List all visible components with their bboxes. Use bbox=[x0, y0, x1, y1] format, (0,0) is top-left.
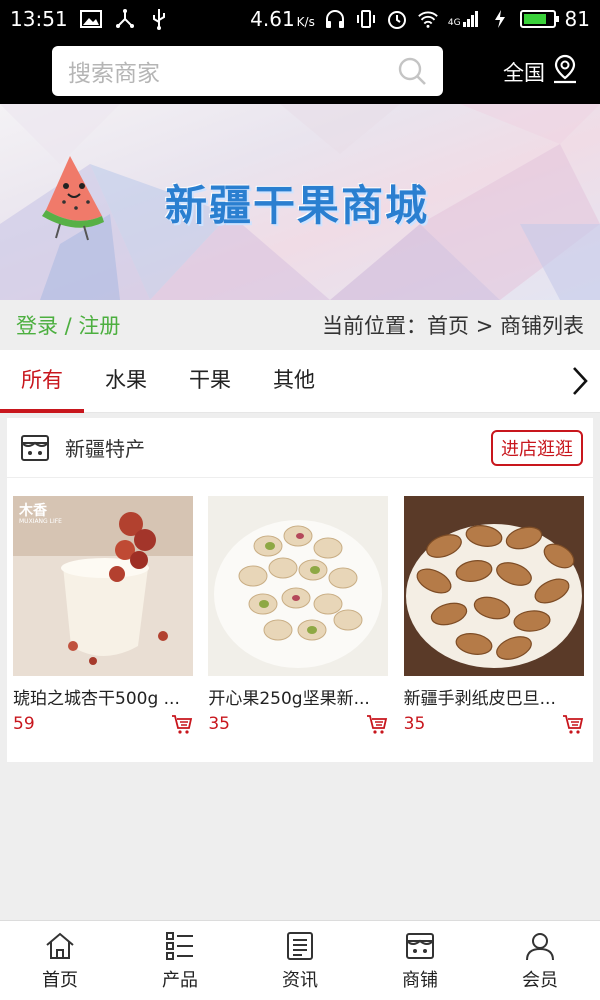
product-name[interactable]: 琥珀之城杏干500g ... bbox=[13, 684, 193, 709]
nav-shops[interactable]: 商铺 bbox=[360, 921, 480, 1000]
charging-icon bbox=[489, 8, 511, 30]
tab-other[interactable]: 其他 bbox=[252, 350, 336, 413]
list-icon bbox=[164, 930, 196, 962]
nav-products[interactable]: 产品 bbox=[120, 921, 240, 1000]
search-placeholder: 搜索商家 bbox=[68, 61, 160, 87]
watermelon-mascot-icon bbox=[42, 156, 104, 241]
headphones-icon bbox=[324, 8, 346, 30]
banner-title: 新疆干果商城 bbox=[165, 181, 430, 230]
store-icon bbox=[404, 930, 436, 962]
product-name[interactable]: 新疆手剥纸皮巴旦... bbox=[404, 684, 584, 709]
product-watermark: 木香 bbox=[19, 503, 47, 519]
vibrate-icon bbox=[355, 8, 377, 30]
network-speed-unit: K/s bbox=[296, 15, 315, 29]
usb-icon bbox=[148, 8, 170, 30]
breadcrumb: 登录 / 注册 当前位置：首页 > 商铺列表 bbox=[0, 300, 600, 350]
banner[interactable]: 新疆干果商城 bbox=[0, 104, 600, 300]
product-name[interactable]: 开心果250g坚果新... bbox=[208, 684, 388, 709]
user-icon bbox=[524, 930, 556, 962]
nav-label: 首页 bbox=[42, 969, 78, 991]
nav-label: 资讯 bbox=[282, 969, 318, 991]
news-icon bbox=[284, 930, 316, 962]
status-time: 13:51 bbox=[10, 7, 68, 31]
status-bar: 13:51 4.61 K/s 4G 81 bbox=[0, 0, 600, 38]
share-icon bbox=[114, 8, 136, 30]
product-price: 35 bbox=[403, 714, 426, 734]
network-speed: 4.61 bbox=[250, 7, 295, 31]
battery-level: 81 bbox=[564, 7, 590, 31]
alarm-icon bbox=[386, 8, 408, 30]
shop-card: 新疆特产 进店逛逛 木香 MUXIANG LIFE 琥珀之城杏干500g ...… bbox=[7, 418, 593, 762]
login-register-link[interactable]: 登录 / 注册 bbox=[16, 310, 120, 340]
image-icon bbox=[79, 8, 102, 30]
top-bar: 搜索商家 全国 bbox=[0, 38, 600, 104]
product-watermark-sub: MUXIANG LIFE bbox=[19, 518, 62, 525]
product-price: 59 bbox=[13, 714, 35, 734]
category-tabs: 所有 水果 干果 其他 bbox=[0, 350, 600, 413]
product-image-apricot[interactable]: 木香 MUXIANG LIFE bbox=[13, 496, 193, 676]
product-card[interactable]: 新疆手剥纸皮巴旦... 35 bbox=[403, 496, 593, 735]
chevron-right-icon[interactable] bbox=[560, 361, 600, 401]
region-label: 全国 bbox=[503, 60, 545, 85]
add-to-cart-icon[interactable] bbox=[562, 713, 584, 735]
product-card[interactable]: 木香 MUXIANG LIFE 琥珀之城杏干500g ... 59 bbox=[13, 496, 202, 735]
store-icon bbox=[19, 432, 51, 464]
network-type: 4G bbox=[447, 18, 461, 28]
add-to-cart-icon[interactable] bbox=[366, 713, 388, 735]
visit-shop-button[interactable]: 进店逛逛 bbox=[491, 429, 583, 466]
product-list: 木香 MUXIANG LIFE 琥珀之城杏干500g ... 59 开心果250… bbox=[7, 496, 593, 735]
product-card[interactable]: 开心果250g坚果新... 35 bbox=[208, 496, 397, 735]
nav-home[interactable]: 首页 bbox=[0, 921, 120, 1000]
product-image-pistachio[interactable] bbox=[208, 496, 389, 676]
home-icon bbox=[44, 930, 76, 962]
shop-name: 新疆特产 bbox=[65, 437, 145, 461]
tab-fruit[interactable]: 水果 bbox=[84, 350, 168, 413]
nav-news[interactable]: 资讯 bbox=[240, 921, 360, 1000]
search-icon[interactable] bbox=[397, 56, 427, 86]
bottom-nav: 首页 产品 资讯 商铺 会员 bbox=[0, 920, 600, 1000]
nav-label: 商铺 bbox=[402, 969, 438, 991]
tab-dried-fruit[interactable]: 干果 bbox=[168, 350, 252, 413]
shop-header: 新疆特产 进店逛逛 bbox=[7, 418, 593, 478]
location-pin-icon bbox=[551, 54, 579, 89]
nav-label: 会员 bbox=[522, 969, 558, 991]
search-input[interactable]: 搜索商家 bbox=[52, 46, 443, 96]
region-selector[interactable]: 全国 bbox=[503, 54, 579, 89]
nav-member[interactable]: 会员 bbox=[480, 921, 600, 1000]
product-image-almond[interactable] bbox=[403, 496, 584, 676]
tab-all[interactable]: 所有 bbox=[0, 350, 84, 413]
nav-label: 产品 bbox=[162, 969, 198, 991]
current-location: 当前位置：首页 > 商铺列表 bbox=[322, 314, 584, 338]
product-price: 35 bbox=[208, 714, 230, 734]
battery-icon bbox=[519, 10, 559, 28]
signal-icon: 4G bbox=[448, 10, 480, 28]
add-to-cart-icon[interactable] bbox=[171, 713, 193, 735]
wifi-icon bbox=[417, 8, 439, 30]
